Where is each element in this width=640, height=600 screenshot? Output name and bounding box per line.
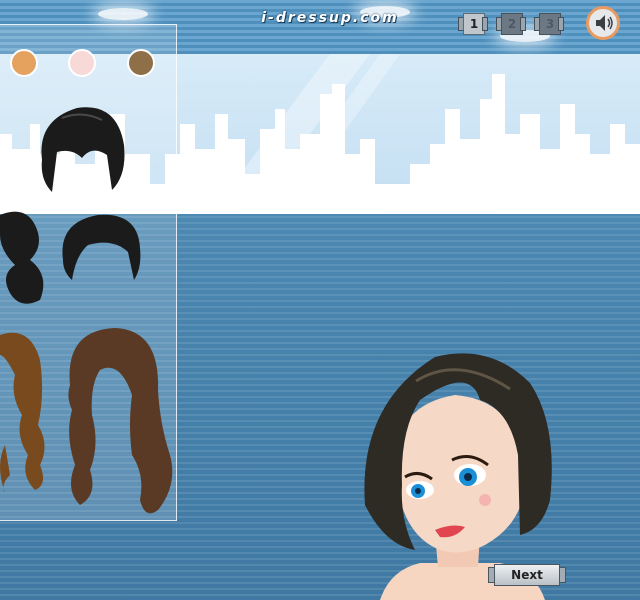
site-logo[interactable]: i-dressup.com bbox=[240, 10, 420, 26]
hair-style-black-short[interactable] bbox=[58, 210, 148, 290]
game-stage: i-dressup.com 1 2 3 Next bbox=[0, 0, 640, 600]
spotlight bbox=[98, 8, 148, 20]
hair-color-swatch-pink[interactable] bbox=[68, 49, 96, 77]
hair-style-brown-long-wavy[interactable] bbox=[60, 325, 175, 520]
page-button-3[interactable]: 3 bbox=[534, 12, 564, 36]
hair-style-black-bob-bangs[interactable] bbox=[32, 100, 132, 200]
next-button[interactable]: Next bbox=[488, 564, 566, 586]
page-button-2[interactable]: 2 bbox=[496, 12, 526, 36]
speaker-icon bbox=[596, 15, 613, 31]
page-button-1[interactable]: 1 bbox=[458, 12, 488, 36]
hair-style-black-side-bun[interactable] bbox=[0, 205, 60, 315]
hair-color-swatch-brown[interactable] bbox=[127, 49, 155, 77]
sound-toggle-button[interactable] bbox=[586, 6, 620, 40]
hair-color-swatch-caramel[interactable] bbox=[10, 49, 38, 77]
dressup-model bbox=[364, 353, 552, 600]
next-button-label: Next bbox=[494, 564, 560, 586]
